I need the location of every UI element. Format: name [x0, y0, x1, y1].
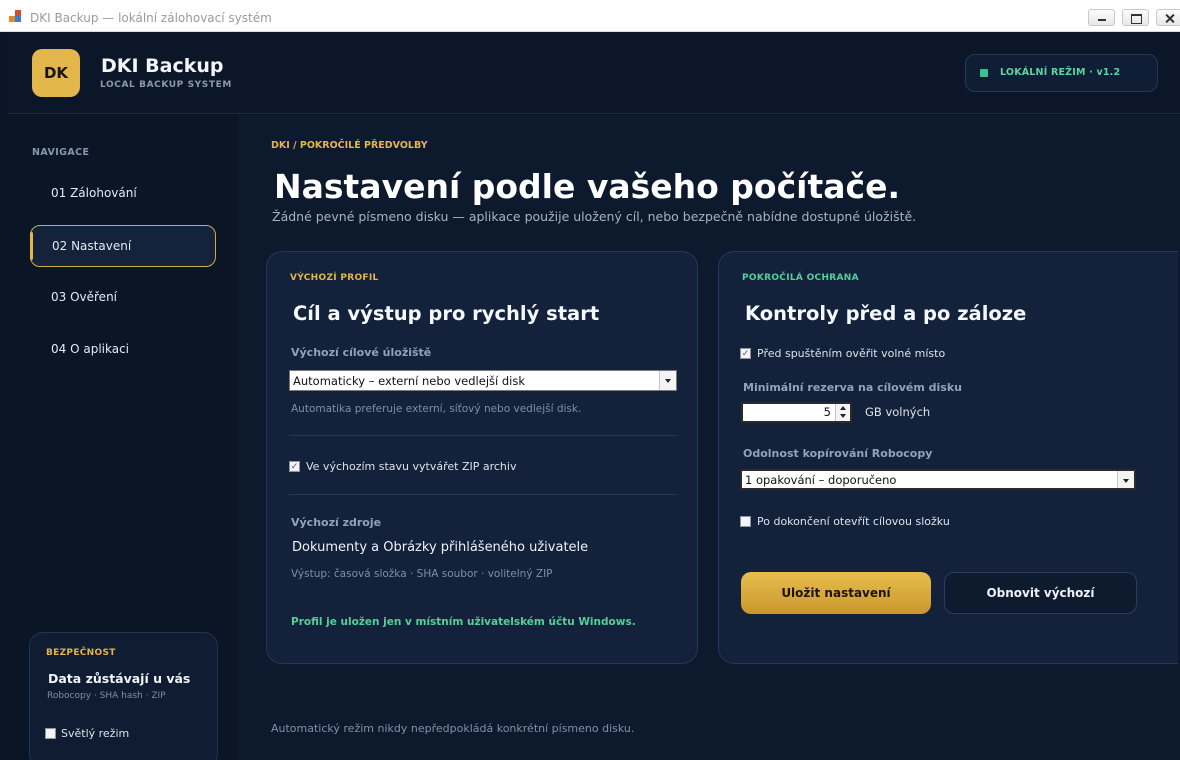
reserve-label: Minimální rezerva na cílovém disku: [743, 381, 962, 394]
sidebar-item-overeni[interactable]: 03 Ověření: [30, 277, 216, 319]
footer-note: Automatický režim nikdy nepředpokládá ko…: [271, 722, 635, 735]
stepper-arrows-icon[interactable]: [835, 404, 850, 421]
robocopy-label: Odolnost kopírování Robocopy: [743, 447, 933, 460]
sources-label: Výchozí zdroje: [291, 516, 382, 529]
sources-value: Dokumenty a Obrázky přihlášeného uživate…: [292, 540, 589, 555]
breadcrumb: DKI / POKROČILÉ PŘEDVOLBY: [271, 140, 428, 151]
mode-badge: LOKÁLNÍ REŽIM · v1.2: [965, 54, 1158, 92]
save-settings-button[interactable]: Uložit nastavení: [741, 572, 931, 614]
default-profile-card: VÝCHOZÍ PROFIL Cíl a výstup pro rychlý s…: [266, 251, 698, 664]
open-folder-checkbox[interactable]: [740, 516, 751, 527]
close-icon: [1157, 10, 1180, 25]
page-subtitle: Žádné pevné písmeno disku — aplikace pou…: [272, 209, 917, 224]
advanced-protection-card: POKROČILÁ OCHRANA Kontroly před a po zál…: [718, 251, 1178, 664]
maximize-button[interactable]: [1122, 9, 1149, 26]
security-kicker: BEZPEČNOST: [46, 648, 116, 658]
check-space-label: Před spuštěním ověřit volné místo: [757, 347, 946, 360]
sidebar-item-label: 04 O aplikaci: [51, 342, 130, 356]
chevron-down-icon[interactable]: [1117, 471, 1134, 488]
app-logo: DK: [32, 49, 80, 97]
zip-checkbox-label: Ve výchozím stavu vytvářet ZIP archiv: [306, 460, 517, 473]
divider: [289, 435, 677, 436]
light-mode-label: Světlý režim: [61, 727, 130, 740]
target-storage-select[interactable]: Automaticky – externí nebo vedlejší disk: [289, 370, 677, 391]
sidebar-item-label: 02 Nastavení: [52, 239, 132, 253]
main-content: DKI / POKROČILÉ PŘEDVOLBY Nastavení podl…: [238, 115, 1180, 760]
divider: [289, 494, 677, 495]
saved-note: Profil je uložen jen v místním uživatels…: [291, 616, 636, 628]
minimize-icon: [1089, 10, 1114, 25]
target-storage-hint: Automatika preferuje externí, síťový neb…: [291, 403, 582, 415]
app-window-icon: [9, 10, 23, 23]
sidebar: NAVIGACE 01 Zálohování 02 Nastavení 03 O…: [8, 115, 238, 760]
reset-defaults-button[interactable]: Obnovit výchozí: [944, 572, 1137, 614]
open-folder-row[interactable]: Po dokončení otevřít cílovou složku: [740, 515, 950, 528]
sidebar-item-zalohovani[interactable]: 01 Zálohování: [30, 173, 216, 215]
robocopy-value: 1 opakování – doporučeno: [745, 473, 897, 487]
security-title: Data zůstávají u vás: [48, 671, 191, 686]
app-frame: DK DKI Backup LOCAL BACKUP SYSTEM LOKÁLN…: [8, 32, 1180, 760]
security-card: BEZPEČNOST Data zůstávají u vás Robocopy…: [29, 632, 218, 760]
protection-kicker: POKROČILÁ OCHRANA: [742, 273, 859, 283]
light-mode-checkbox[interactable]: [45, 728, 56, 739]
target-storage-label: Výchozí cílové úložiště: [291, 346, 432, 359]
mode-label: LOKÁLNÍ REŽIM · v1.2: [1000, 67, 1121, 78]
status-dot-icon: [980, 69, 988, 77]
brand-subtitle: LOCAL BACKUP SYSTEM: [100, 80, 232, 90]
reserve-unit: GB volných: [865, 405, 931, 419]
brand-name: DKI Backup: [101, 55, 224, 77]
window-title: DKI Backup — lokální zálohovací systém: [30, 11, 272, 25]
target-storage-value: Automaticky – externí nebo vedlejší disk: [293, 374, 526, 388]
robocopy-select[interactable]: 1 opakování – doporučeno: [740, 469, 1136, 490]
zip-option-row[interactable]: Ve výchozím stavu vytvářet ZIP archiv: [289, 460, 516, 473]
security-subtitle: Robocopy · SHA hash · ZIP: [47, 691, 166, 701]
zip-checkbox[interactable]: [289, 461, 300, 472]
chevron-down-icon[interactable]: [659, 371, 676, 390]
check-space-row[interactable]: Před spuštěním ověřit volné místo: [740, 347, 945, 360]
minimize-button[interactable]: [1088, 9, 1115, 26]
sidebar-item-label: 01 Zálohování: [51, 186, 137, 200]
sidebar-item-o-aplikaci[interactable]: 04 O aplikaci: [30, 329, 216, 371]
profile-title: Cíl a výstup pro rychlý start: [293, 302, 600, 325]
close-button[interactable]: [1156, 9, 1180, 26]
maximize-icon: [1123, 10, 1148, 25]
nav-heading: NAVIGACE: [32, 147, 90, 158]
check-space-checkbox[interactable]: [740, 348, 751, 359]
app-header: DK DKI Backup LOCAL BACKUP SYSTEM LOKÁLN…: [8, 32, 1180, 114]
profile-kicker: VÝCHOZÍ PROFIL: [290, 273, 379, 283]
sidebar-item-nastaveni[interactable]: 02 Nastavení: [30, 225, 216, 267]
reserve-value: 5: [823, 405, 831, 419]
open-folder-label: Po dokončení otevřít cílovou složku: [757, 515, 950, 528]
window-titlebar: DKI Backup — lokální zálohovací systém: [0, 0, 1180, 32]
reserve-stepper[interactable]: 5: [741, 402, 852, 423]
protection-title: Kontroly před a po záloze: [745, 302, 1027, 325]
page-title: Nastavení podle vašeho počítače.: [274, 167, 901, 206]
sources-hint: Výstup: časová složka · SHA soubor · vol…: [291, 568, 553, 580]
sidebar-item-label: 03 Ověření: [51, 290, 118, 304]
